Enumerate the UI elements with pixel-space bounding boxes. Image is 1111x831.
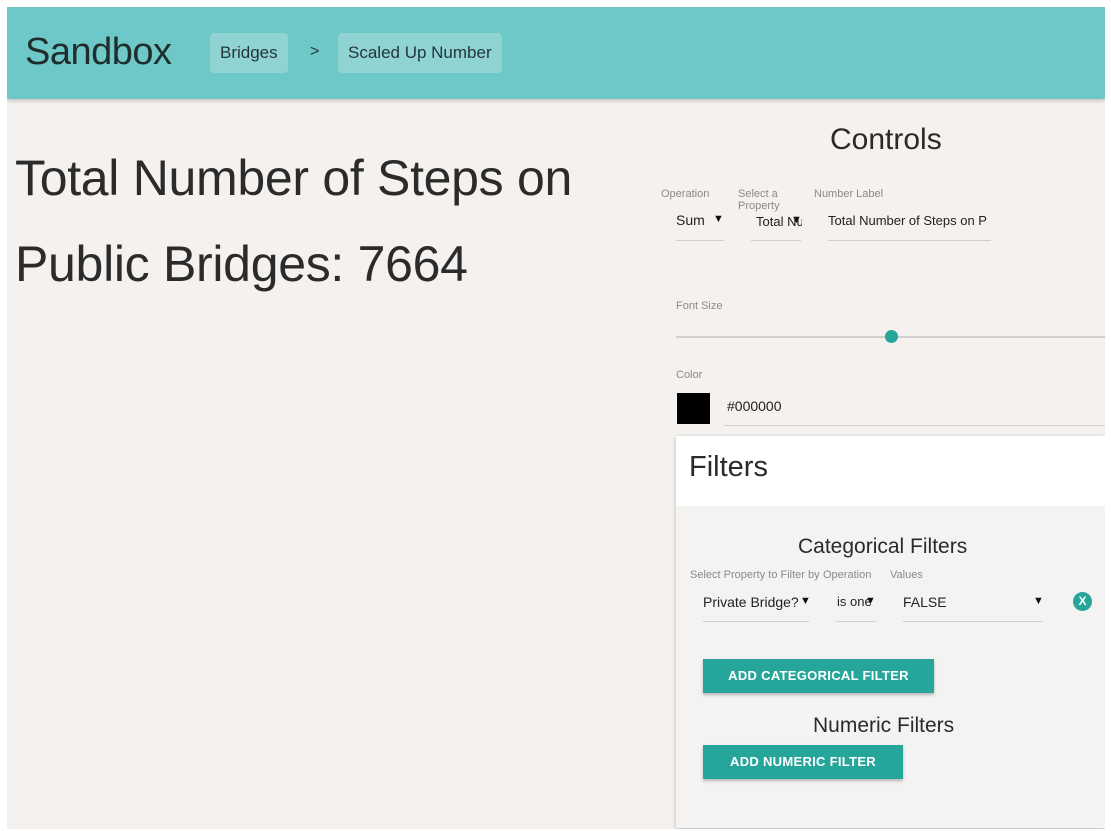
number-label-label: Number Label (814, 188, 884, 200)
breadcrumb-scaled-up-number[interactable]: Scaled Up Number (338, 33, 502, 73)
font-size-slider-thumb[interactable] (884, 330, 898, 343)
operation-underline (676, 240, 724, 241)
filter-operation-dropdown-icon[interactable]: ▼ (865, 595, 876, 607)
filter-property-dropdown-icon[interactable]: ▼ (800, 595, 811, 607)
property-underline (751, 240, 801, 241)
property-dropdown-icon[interactable]: ▼ (791, 214, 802, 226)
property-label: Select a Property (738, 188, 780, 212)
filter-operation-underline (836, 621, 876, 622)
remove-filter-button[interactable]: X (1073, 592, 1092, 611)
filters-panel: Filters Categorical Filters Select Prope… (676, 436, 1105, 828)
filter-values-select[interactable]: FALSE (903, 594, 947, 610)
color-underline (724, 425, 1105, 426)
filters-header: Filters (676, 436, 1105, 506)
app-title: Sandbox (25, 31, 172, 73)
filter-property-label: Select Property to Filter by (690, 569, 820, 581)
color-input[interactable]: #000000 (727, 398, 782, 414)
controls-title: Controls (830, 123, 942, 156)
app-frame: Sandbox Bridges > Scaled Up Number Total… (7, 7, 1105, 829)
color-label: Color (676, 369, 703, 381)
breadcrumb-bridges[interactable]: Bridges (210, 33, 288, 73)
number-label-underline (828, 240, 991, 241)
top-bar: Sandbox Bridges > Scaled Up Number (7, 7, 1105, 99)
operation-select[interactable]: Sum (676, 212, 705, 228)
color-swatch[interactable] (677, 393, 710, 424)
operation-label: Operation (661, 188, 710, 200)
filter-property-select[interactable]: Private Bridge? (703, 594, 803, 610)
breadcrumb-separator: > (310, 43, 320, 60)
add-categorical-filter-button[interactable]: ADD CATEGORICAL FILTER (703, 659, 934, 693)
filter-operation-label: Operation (823, 569, 872, 581)
number-label-input[interactable]: Total Number of Steps on P (828, 213, 992, 228)
filter-values-dropdown-icon[interactable]: ▼ (1033, 595, 1044, 607)
categorical-filters-title: Categorical Filters (798, 535, 968, 558)
filter-values-label: Values (890, 569, 923, 581)
filter-values-underline (903, 621, 1043, 622)
scaled-number-display: Total Number of Steps on Public Bridges:… (15, 150, 572, 292)
numeric-filters-title: Numeric Filters (813, 714, 955, 737)
operation-dropdown-icon[interactable]: ▼ (713, 213, 724, 225)
add-numeric-filter-button[interactable]: ADD NUMERIC FILTER (703, 745, 903, 779)
filters-title: Filters (689, 451, 768, 483)
font-size-label: Font Size (676, 300, 723, 312)
filter-property-underline (703, 621, 809, 622)
